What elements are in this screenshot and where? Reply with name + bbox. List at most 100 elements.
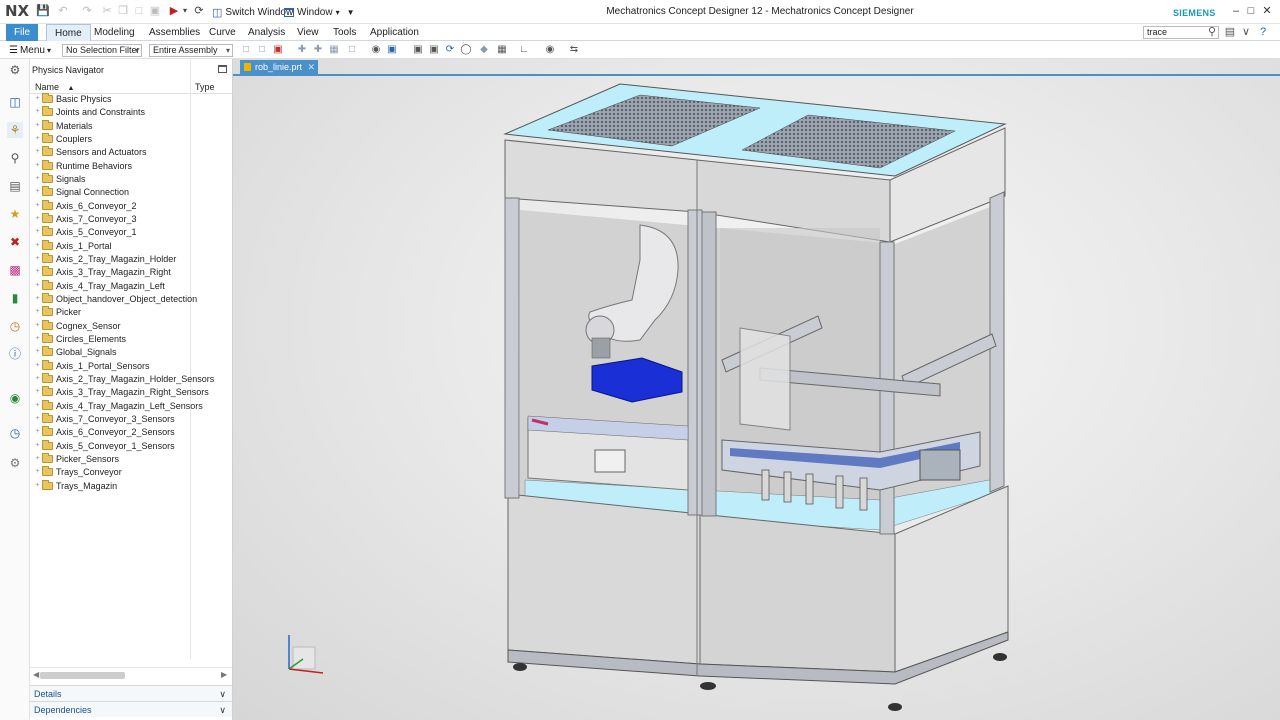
- expand-icon[interactable]: +: [34, 428, 41, 436]
- dependencies-panel-header[interactable]: Dependencies ∨: [30, 701, 232, 717]
- orient-icon[interactable]: ◯: [460, 44, 472, 56]
- tree-node[interactable]: + Axis_1_Portal: [30, 239, 232, 253]
- tree-node[interactable]: + Axis_4_Tray_Magazin_Left_Sensors: [30, 399, 232, 413]
- tree-node[interactable]: + Axis_6_Conveyor_2: [30, 199, 232, 213]
- minimize-ribbon-icon[interactable]: ∨: [1239, 25, 1253, 39]
- tab-curve[interactable]: Curve: [201, 24, 244, 41]
- machine-cell-model[interactable]: [233, 59, 1280, 720]
- expand-icon[interactable]: +: [34, 108, 41, 116]
- tree-node[interactable]: + Axis_3_Tray_Magazin_Right: [30, 266, 232, 279]
- tree-node[interactable]: + Axis_5_Conveyor_1: [30, 226, 232, 239]
- snap-point-icon[interactable]: ▣: [272, 44, 284, 56]
- tab-modeling[interactable]: Modeling: [86, 24, 143, 41]
- info-icon[interactable]: ⓘ: [7, 346, 23, 362]
- tree-node[interactable]: + Trays_Magazin: [30, 479, 232, 493]
- tree-node[interactable]: + Basic Physics: [30, 93, 232, 106]
- expand-icon[interactable]: +: [34, 308, 41, 316]
- expand-icon[interactable]: +: [34, 188, 41, 196]
- tree-node[interactable]: + Axis_1_Portal_Sensors: [30, 359, 232, 373]
- roles-icon[interactable]: ⚙: [7, 455, 23, 471]
- color-icon[interactable]: ◉: [544, 44, 556, 56]
- gear-icon[interactable]: ⚙: [7, 62, 23, 78]
- runtime-inspector-icon[interactable]: ▩: [7, 262, 23, 278]
- expand-icon[interactable]: +: [34, 202, 41, 210]
- expand-icon[interactable]: +: [34, 95, 41, 103]
- expand-icon[interactable]: +: [34, 468, 41, 476]
- rotate-view-icon[interactable]: ◉: [370, 44, 382, 56]
- tree-node[interactable]: + Signals: [30, 172, 232, 186]
- layer-icon[interactable]: ∟: [518, 44, 530, 56]
- expand-icon[interactable]: +: [34, 175, 41, 183]
- refresh-icon[interactable]: ⟳: [444, 44, 456, 56]
- tab-tools[interactable]: Tools: [325, 24, 364, 41]
- expand-icon[interactable]: +: [34, 482, 41, 490]
- expand-icon[interactable]: +: [34, 442, 41, 450]
- scroll-right-icon[interactable]: ▶: [221, 670, 227, 679]
- expand-icon[interactable]: +: [34, 348, 41, 356]
- assembly-navigator-icon[interactable]: ◫: [7, 94, 23, 110]
- view-dropdown-icon[interactable]: ⇆: [568, 44, 580, 56]
- close-icon[interactable]: ✕: [1260, 4, 1274, 18]
- physics-navigator-icon[interactable]: ⚘: [7, 122, 23, 138]
- constraint-navigator-icon[interactable]: ⚲: [7, 150, 23, 166]
- tab-assemblies[interactable]: Assemblies: [141, 24, 208, 41]
- tree-node[interactable]: + Axis_7_Conveyor_3: [30, 212, 232, 226]
- details-panel-header[interactable]: Details ∨: [30, 685, 232, 701]
- tab-analysis[interactable]: Analysis: [240, 24, 293, 41]
- tree-node[interactable]: + Cognex_Sensor: [30, 319, 232, 333]
- grid-icon[interactable]: ▦: [328, 44, 340, 56]
- tree-node[interactable]: + Joints and Constraints: [30, 106, 232, 119]
- tree-node[interactable]: + Axis_2_Tray_Magazin_Holder_Sensors: [30, 372, 232, 386]
- expand-icon[interactable]: +: [34, 455, 41, 463]
- column-type-header[interactable]: Type: [195, 82, 215, 92]
- tree-node[interactable]: + Trays_Conveyor: [30, 466, 232, 479]
- tree-node[interactable]: + Sensors and Actuators: [30, 146, 232, 159]
- expand-icon[interactable]: +: [34, 402, 41, 410]
- menu-button[interactable]: ☰ Menu ▾: [9, 43, 51, 57]
- chart-icon[interactable]: ▮: [7, 290, 23, 306]
- tree-node[interactable]: + Axis_4_Tray_Magazin_Left: [30, 279, 232, 293]
- point-icon[interactable]: ✚: [296, 44, 308, 56]
- help-icon[interactable]: ?: [1256, 25, 1270, 39]
- tree-node[interactable]: + Picker: [30, 306, 232, 319]
- expand-icon[interactable]: +: [34, 255, 41, 263]
- expand-icon[interactable]: +: [34, 282, 41, 290]
- signal-icon[interactable]: ✖: [7, 234, 23, 250]
- part-navigator-icon[interactable]: ▤: [7, 178, 23, 194]
- scroll-left-icon[interactable]: ◀: [33, 670, 39, 679]
- tree-node[interactable]: + Object_handover_Object_detection: [30, 292, 232, 306]
- horizontal-scrollbar[interactable]: ◀ ▶: [30, 667, 232, 681]
- tree-node[interactable]: + Circles_Elements: [30, 332, 232, 346]
- tab-view[interactable]: View: [289, 24, 327, 41]
- reuse-library-icon[interactable]: ◉: [7, 390, 23, 406]
- deselect-icon[interactable]: □: [256, 44, 268, 56]
- tree-node[interactable]: + Signal Connection: [30, 186, 232, 199]
- tree-node[interactable]: + Axis_6_Conveyor_2_Sensors: [30, 426, 232, 439]
- search-icon[interactable]: ⚲: [1205, 25, 1219, 39]
- expand-icon[interactable]: +: [34, 375, 41, 383]
- tab-file[interactable]: File: [6, 24, 38, 41]
- zoom-icon[interactable]: ▣: [412, 44, 424, 56]
- expand-icon[interactable]: +: [34, 122, 41, 130]
- expand-icon[interactable]: +: [34, 215, 41, 223]
- expand-icon[interactable]: +: [34, 135, 41, 143]
- ribbon-options-icon[interactable]: ▤: [1223, 25, 1237, 39]
- expand-icon[interactable]: +: [34, 228, 41, 236]
- selection-filter-dropdown[interactable]: No Selection Filter ▾: [62, 44, 142, 57]
- tree-node[interactable]: + Axis_7_Conveyor_3_Sensors: [30, 412, 232, 426]
- render-style-icon[interactable]: ▦: [496, 44, 508, 56]
- tree-node[interactable]: + Couplers: [30, 132, 232, 146]
- expand-icon[interactable]: +: [34, 242, 41, 250]
- maximize-panel-icon[interactable]: [218, 65, 227, 73]
- tree-node[interactable]: + Global_Signals: [30, 346, 232, 359]
- clock-icon[interactable]: ◷: [7, 318, 23, 334]
- tree-node[interactable]: + Runtime Behaviors: [30, 159, 232, 173]
- expand-icon[interactable]: +: [34, 268, 41, 276]
- maximize-icon[interactable]: □: [1244, 4, 1258, 18]
- expand-icon[interactable]: +: [34, 335, 41, 343]
- graphics-viewport[interactable]: rob_linie.prt ✕: [233, 59, 1280, 720]
- expand-icon[interactable]: +: [34, 148, 41, 156]
- box-select-icon[interactable]: □: [346, 44, 358, 56]
- expand-icon[interactable]: +: [34, 415, 41, 423]
- tree-node[interactable]: + Axis_5_Conveyor_1_Sensors: [30, 439, 232, 453]
